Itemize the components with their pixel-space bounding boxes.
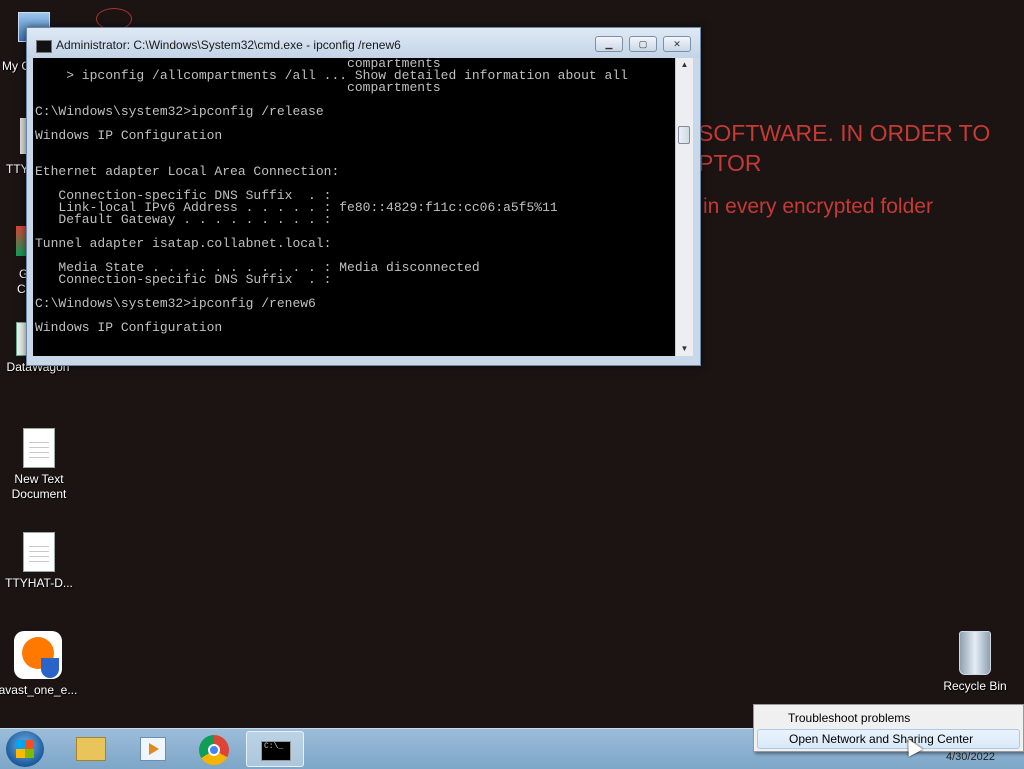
cmd-icon: C:\_: [261, 741, 291, 761]
desktop-icon-new-text-document[interactable]: New Text Document: [0, 428, 79, 502]
media-player-icon: [140, 737, 166, 761]
desktop-icon-label: avast_one_e...: [0, 683, 78, 697]
desktop-icon-label: New Text Document: [11, 472, 67, 501]
start-button[interactable]: [6, 731, 44, 767]
desktop-icon-label-partial: C: [17, 282, 26, 296]
avast-icon: [14, 631, 62, 679]
ransom-note-line-2: PTOR: [698, 150, 762, 176]
chrome-icon: [199, 735, 229, 765]
text-document-icon: [23, 532, 55, 572]
vertical-scrollbar[interactable]: ▲ ▼: [675, 58, 693, 356]
scroll-up-arrow-icon[interactable]: ▲: [676, 58, 693, 72]
windows-logo-icon: [16, 740, 34, 758]
scroll-thumb[interactable]: [678, 126, 690, 144]
desktop-icon-ttyhat[interactable]: TTYHAT-D...: [0, 532, 79, 591]
scroll-down-arrow-icon[interactable]: ▼: [676, 342, 693, 356]
taskbar-chrome[interactable]: [184, 731, 242, 767]
desktop-icon-label: TTYHAT-D...: [5, 576, 73, 590]
taskbar-media-player[interactable]: [122, 731, 180, 767]
text-document-icon: [23, 428, 55, 468]
cmd-window-icon: [36, 40, 52, 53]
menu-item-network-sharing-center[interactable]: Open Network and Sharing Center: [757, 729, 1020, 749]
taskbar-explorer[interactable]: [60, 731, 118, 767]
network-context-menu: Troubleshoot problems Open Network and S…: [753, 704, 1024, 752]
folder-icon: [76, 737, 106, 761]
google-icon-partial[interactable]: [16, 226, 26, 256]
tray-date[interactable]: 4/30/2022: [946, 751, 995, 763]
window-titlebar[interactable]: Administrator: C:\Windows\System32\cmd.e…: [27, 28, 700, 58]
window-title: Administrator: C:\Windows\System32\cmd.e…: [56, 38, 401, 52]
maximize-button[interactable]: ▢: [629, 36, 657, 52]
taskbar-cmd[interactable]: C:\_: [246, 731, 304, 767]
desktop-icon-avast[interactable]: avast_one_e...: [0, 631, 78, 698]
console-output[interactable]: compartments > ipconfig /allcompartments…: [33, 58, 675, 356]
menu-item-troubleshoot[interactable]: Troubleshoot problems: [757, 708, 1020, 728]
ransom-note-line-1: SOFTWARE. IN ORDER TO: [698, 120, 991, 146]
desktop-icon-recycle-bin[interactable]: Recycle Bin: [935, 631, 1015, 694]
desktop-icon-label: Recycle Bin: [943, 679, 1007, 693]
ransom-note-line-3: in every encrypted folder: [703, 195, 933, 218]
minimize-button[interactable]: ▁: [595, 36, 623, 52]
close-button[interactable]: ✕: [663, 36, 691, 52]
recycle-bin-icon: [959, 631, 991, 675]
console-text: compartments > ipconfig /allcompartments…: [35, 58, 628, 335]
cmd-window[interactable]: Administrator: C:\Windows\System32\cmd.e…: [26, 27, 701, 366]
